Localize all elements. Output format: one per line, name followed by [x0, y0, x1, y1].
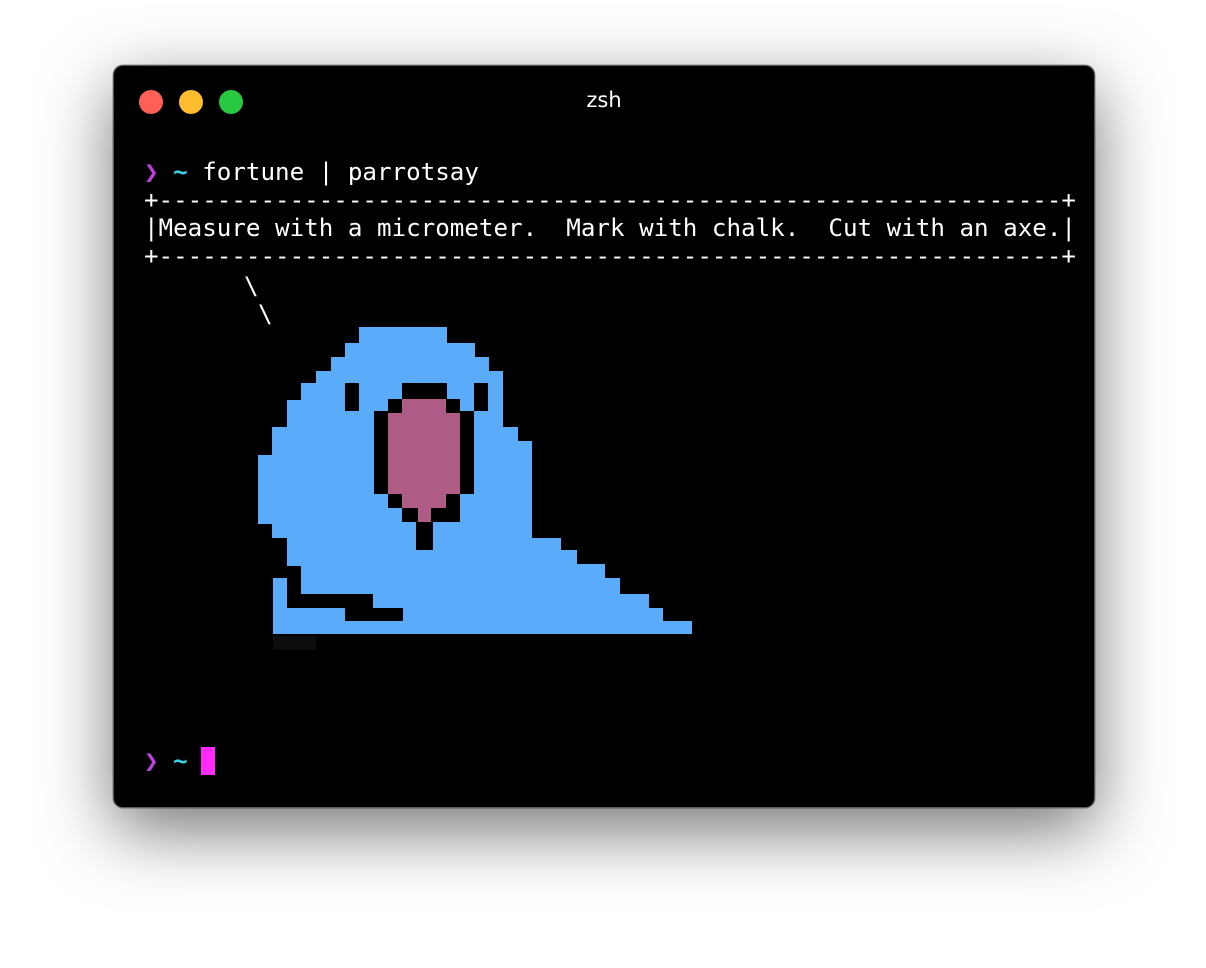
parrot-body	[258, 327, 692, 634]
prompt-cwd: ~	[173, 747, 188, 775]
active-prompt-line: ❯ ~	[144, 747, 188, 775]
prompt-arrow-icon: ❯	[144, 747, 159, 775]
parrot-art	[258, 315, 692, 650]
parrot-shadow	[273, 636, 316, 650]
terminal-window: zsh ❯ ~ fortune | parrotsay +-----------…	[113, 65, 1095, 808]
text-cursor[interactable]	[201, 747, 215, 775]
